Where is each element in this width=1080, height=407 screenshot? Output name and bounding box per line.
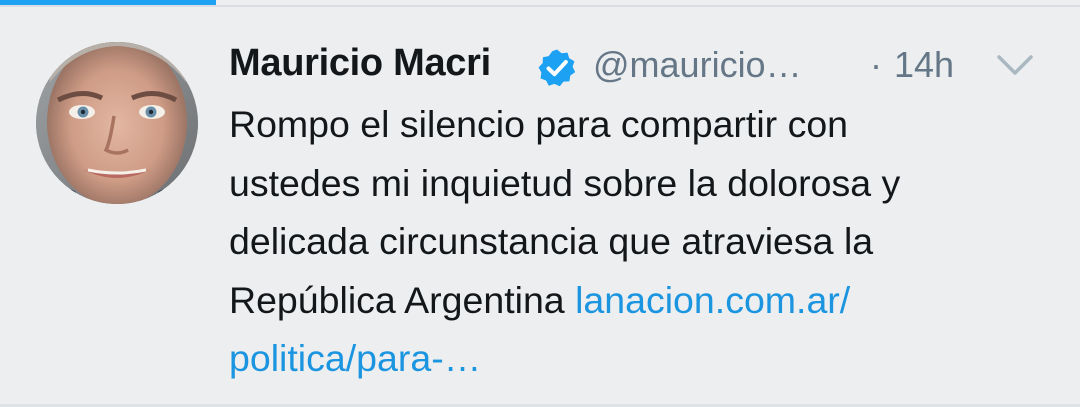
timeline-screen: Mauricio Macri @mauricio… · 14h Rompo el… [0, 0, 1080, 407]
header-separator: · [870, 44, 882, 85]
display-name[interactable]: Mauricio Macri [229, 42, 491, 85]
tweet-body: Rompo el silencio para compartir con uste… [229, 95, 1049, 388]
tweet-header: Mauricio Macri @mauricio… · 14h [229, 38, 1049, 98]
tweet-text-line: delicada circunstancia que atraviesa la [229, 220, 874, 262]
verified-badge-icon [538, 49, 576, 87]
tweet-link-continued[interactable]: politica/para-… [229, 337, 481, 379]
chevron-down-icon[interactable] [992, 46, 1038, 86]
tweet-text-line: ustedes mi inquietud sobre la dolorosa y [229, 161, 901, 204]
tweet-card[interactable]: Mauricio Macri @mauricio… · 14h Rompo el… [0, 7, 1080, 404]
tweet-text-line: República Argentina [229, 278, 576, 321]
avatar-photo [36, 42, 198, 204]
avatar[interactable] [36, 42, 198, 204]
tweet-link[interactable]: lanacion.com.ar/ [575, 279, 850, 321]
tweet-timestamp[interactable]: 14h [894, 44, 954, 86]
tweet-text-line: Rompo el silencio para compartir con [229, 103, 849, 145]
user-handle[interactable]: @mauricio… [593, 44, 802, 86]
